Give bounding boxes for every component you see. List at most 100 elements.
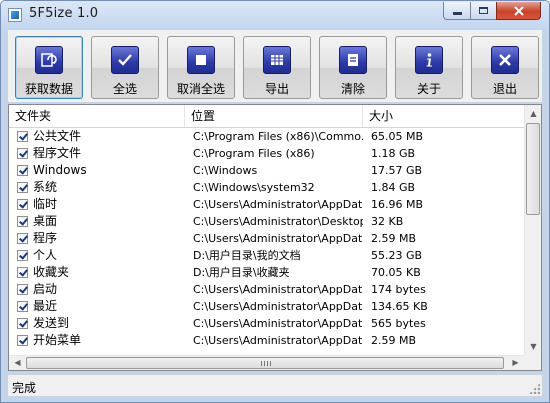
scroll-up-icon[interactable]: ▲: [525, 105, 541, 122]
window-title: 5F5ize 1.0: [29, 6, 99, 21]
app-window: 5F5ize 1.0 获取数据 全选 取消全选 导出 清除 关于 退出 文件夹 …: [0, 0, 550, 403]
table-row[interactable]: 程序 C:\Users\Administrator\AppDat... 2.59 M…: [9, 230, 524, 247]
exit-button[interactable]: 退出: [471, 36, 539, 99]
list-header: 文件夹 位置 大小: [9, 105, 524, 128]
folder-location: C:\Users\Administrator\AppDat...: [193, 317, 363, 330]
folder-size: 55.23 GB: [371, 249, 423, 262]
vertical-scroll-thumb[interactable]: [526, 123, 540, 215]
folder-location: D:\用户目录\收藏夹: [193, 266, 290, 279]
about-button[interactable]: 关于: [395, 36, 463, 99]
folder-size: 1.18 GB: [371, 147, 416, 160]
row-checkbox[interactable]: [17, 165, 28, 176]
folder-size: 16.96 MB: [371, 198, 424, 211]
refresh-icon: [35, 46, 63, 74]
folder-size: 2.59 MB: [371, 232, 417, 245]
row-checkbox[interactable]: [17, 182, 28, 193]
table-row[interactable]: 发送到 C:\Users\Administrator\AppDat... 565 b…: [9, 315, 524, 332]
folder-location: C:\Users\Administrator\AppDat...: [193, 232, 363, 245]
status-bar: 完成: [8, 374, 542, 396]
horizontal-scroll-thumb[interactable]: [26, 357, 504, 369]
select-all-label: 全选: [112, 82, 137, 96]
scroll-left-icon[interactable]: ◀: [9, 355, 26, 370]
table-row[interactable]: 收藏夹 D:\用户目录\收藏夹 70.05 KB: [9, 264, 524, 281]
export-label: 导出: [264, 82, 289, 96]
folder-name: 临时: [33, 197, 58, 211]
list-rows: 公共文件 C:\Program Files (x86)\Commo... 65.05…: [9, 128, 524, 349]
folder-location: C:\Windows: [193, 164, 258, 177]
table-row[interactable]: 程序文件 C:\Program Files (x86) 1.18 GB: [9, 145, 524, 162]
table-row[interactable]: 开始菜单 C:\Users\Administrator\AppDat... 2.59…: [9, 332, 524, 349]
table-row[interactable]: 启动 C:\Users\Administrator\AppDat... 174 by…: [9, 281, 524, 298]
title-bar[interactable]: 5F5ize 1.0: [1, 1, 549, 29]
folder-size: 174 bytes: [371, 283, 426, 296]
folder-name: Windows: [33, 163, 87, 177]
folder-location: C:\Users\Administrator\AppDat...: [193, 300, 363, 313]
scrollbar-corner: [524, 355, 541, 370]
table-row[interactable]: Windows C:\Windows 17.57 GB: [9, 162, 524, 179]
folder-size: 70.05 KB: [371, 266, 421, 279]
folder-name: 最近: [33, 299, 58, 313]
export-icon: [263, 46, 291, 74]
about-label: 关于: [416, 82, 441, 96]
folder-size: 134.65 KB: [371, 300, 428, 313]
maximize-icon: [479, 7, 488, 14]
horizontal-scrollbar[interactable]: ◀ ▶: [9, 355, 524, 370]
status-text: 完成: [12, 381, 37, 395]
clear-button[interactable]: 清除: [319, 36, 387, 99]
folder-name: 收藏夹: [33, 265, 70, 279]
folder-size: 2.59 MB: [371, 334, 417, 347]
folder-size: 32 KB: [371, 215, 404, 228]
folder-list[interactable]: 文件夹 位置 大小 公共文件 C:\Program Files (x86)\Com…: [8, 104, 542, 371]
export-button[interactable]: 导出: [243, 36, 311, 99]
column-header-size[interactable]: 大小: [363, 105, 524, 127]
folder-location: C:\Users\Administrator\Desktop: [193, 215, 363, 228]
maximize-button[interactable]: [470, 2, 496, 20]
folder-size: 17.57 GB: [371, 164, 423, 177]
select-all-button[interactable]: 全选: [91, 36, 159, 99]
folder-name: 系统: [33, 180, 58, 194]
row-checkbox[interactable]: [17, 233, 28, 244]
scroll-down-icon[interactable]: ▼: [525, 338, 541, 355]
folder-name: 公共文件: [33, 129, 82, 143]
scroll-right-icon[interactable]: ▶: [507, 355, 524, 370]
folder-location: C:\Program Files (x86): [193, 147, 315, 160]
clear-label: 清除: [340, 82, 365, 96]
table-row[interactable]: 公共文件 C:\Program Files (x86)\Commo... 65.05…: [9, 128, 524, 145]
row-checkbox[interactable]: [17, 131, 28, 142]
row-checkbox[interactable]: [17, 199, 28, 210]
column-header-location[interactable]: 位置: [185, 105, 363, 127]
resize-grip-icon[interactable]: [529, 383, 540, 394]
fetch-data-label: 获取数据: [24, 82, 73, 96]
close-button[interactable]: [496, 2, 541, 20]
stop-square-icon: [187, 46, 215, 74]
table-row[interactable]: 临时 C:\Users\Administrator\AppDat... 16.96 …: [9, 196, 524, 213]
folder-size: 65.05 MB: [371, 130, 424, 143]
deselect-all-button[interactable]: 取消全选: [167, 36, 235, 99]
minimize-icon: [452, 12, 462, 15]
row-checkbox[interactable]: [17, 148, 28, 159]
row-checkbox[interactable]: [17, 335, 28, 346]
row-checkbox[interactable]: [17, 216, 28, 227]
table-row[interactable]: 桌面 C:\Users\Administrator\Desktop 32 KB: [9, 213, 524, 230]
folder-name: 程序文件: [33, 146, 82, 160]
row-checkbox[interactable]: [17, 284, 28, 295]
folder-name: 开始菜单: [33, 333, 82, 347]
folder-location: C:\Users\Administrator\AppDat...: [193, 283, 363, 296]
vertical-scrollbar[interactable]: ▲ ▼: [524, 105, 541, 355]
column-header-folder[interactable]: 文件夹: [9, 105, 185, 127]
row-checkbox[interactable]: [17, 301, 28, 312]
folder-location: C:\Users\Administrator\AppDat...: [193, 198, 363, 211]
table-row[interactable]: 最近 C:\Users\Administrator\AppDat... 134.65…: [9, 298, 524, 315]
minimize-button[interactable]: [443, 2, 470, 20]
table-row[interactable]: 个人 D:\用户目录\我的文档 55.23 GB: [9, 247, 524, 264]
fetch-data-button[interactable]: 获取数据: [15, 36, 83, 99]
folder-location: D:\用户目录\我的文档: [193, 249, 301, 262]
close-x-icon: [491, 46, 519, 74]
row-checkbox[interactable]: [17, 318, 28, 329]
folder-location: C:\Users\Administrator\AppDat...: [193, 334, 363, 347]
table-row[interactable]: 系统 C:\Windows\system32 1.84 GB: [9, 179, 524, 196]
folder-size: 565 bytes: [371, 317, 426, 330]
row-checkbox[interactable]: [17, 267, 28, 278]
folder-name: 桌面: [33, 214, 58, 228]
row-checkbox[interactable]: [17, 250, 28, 261]
